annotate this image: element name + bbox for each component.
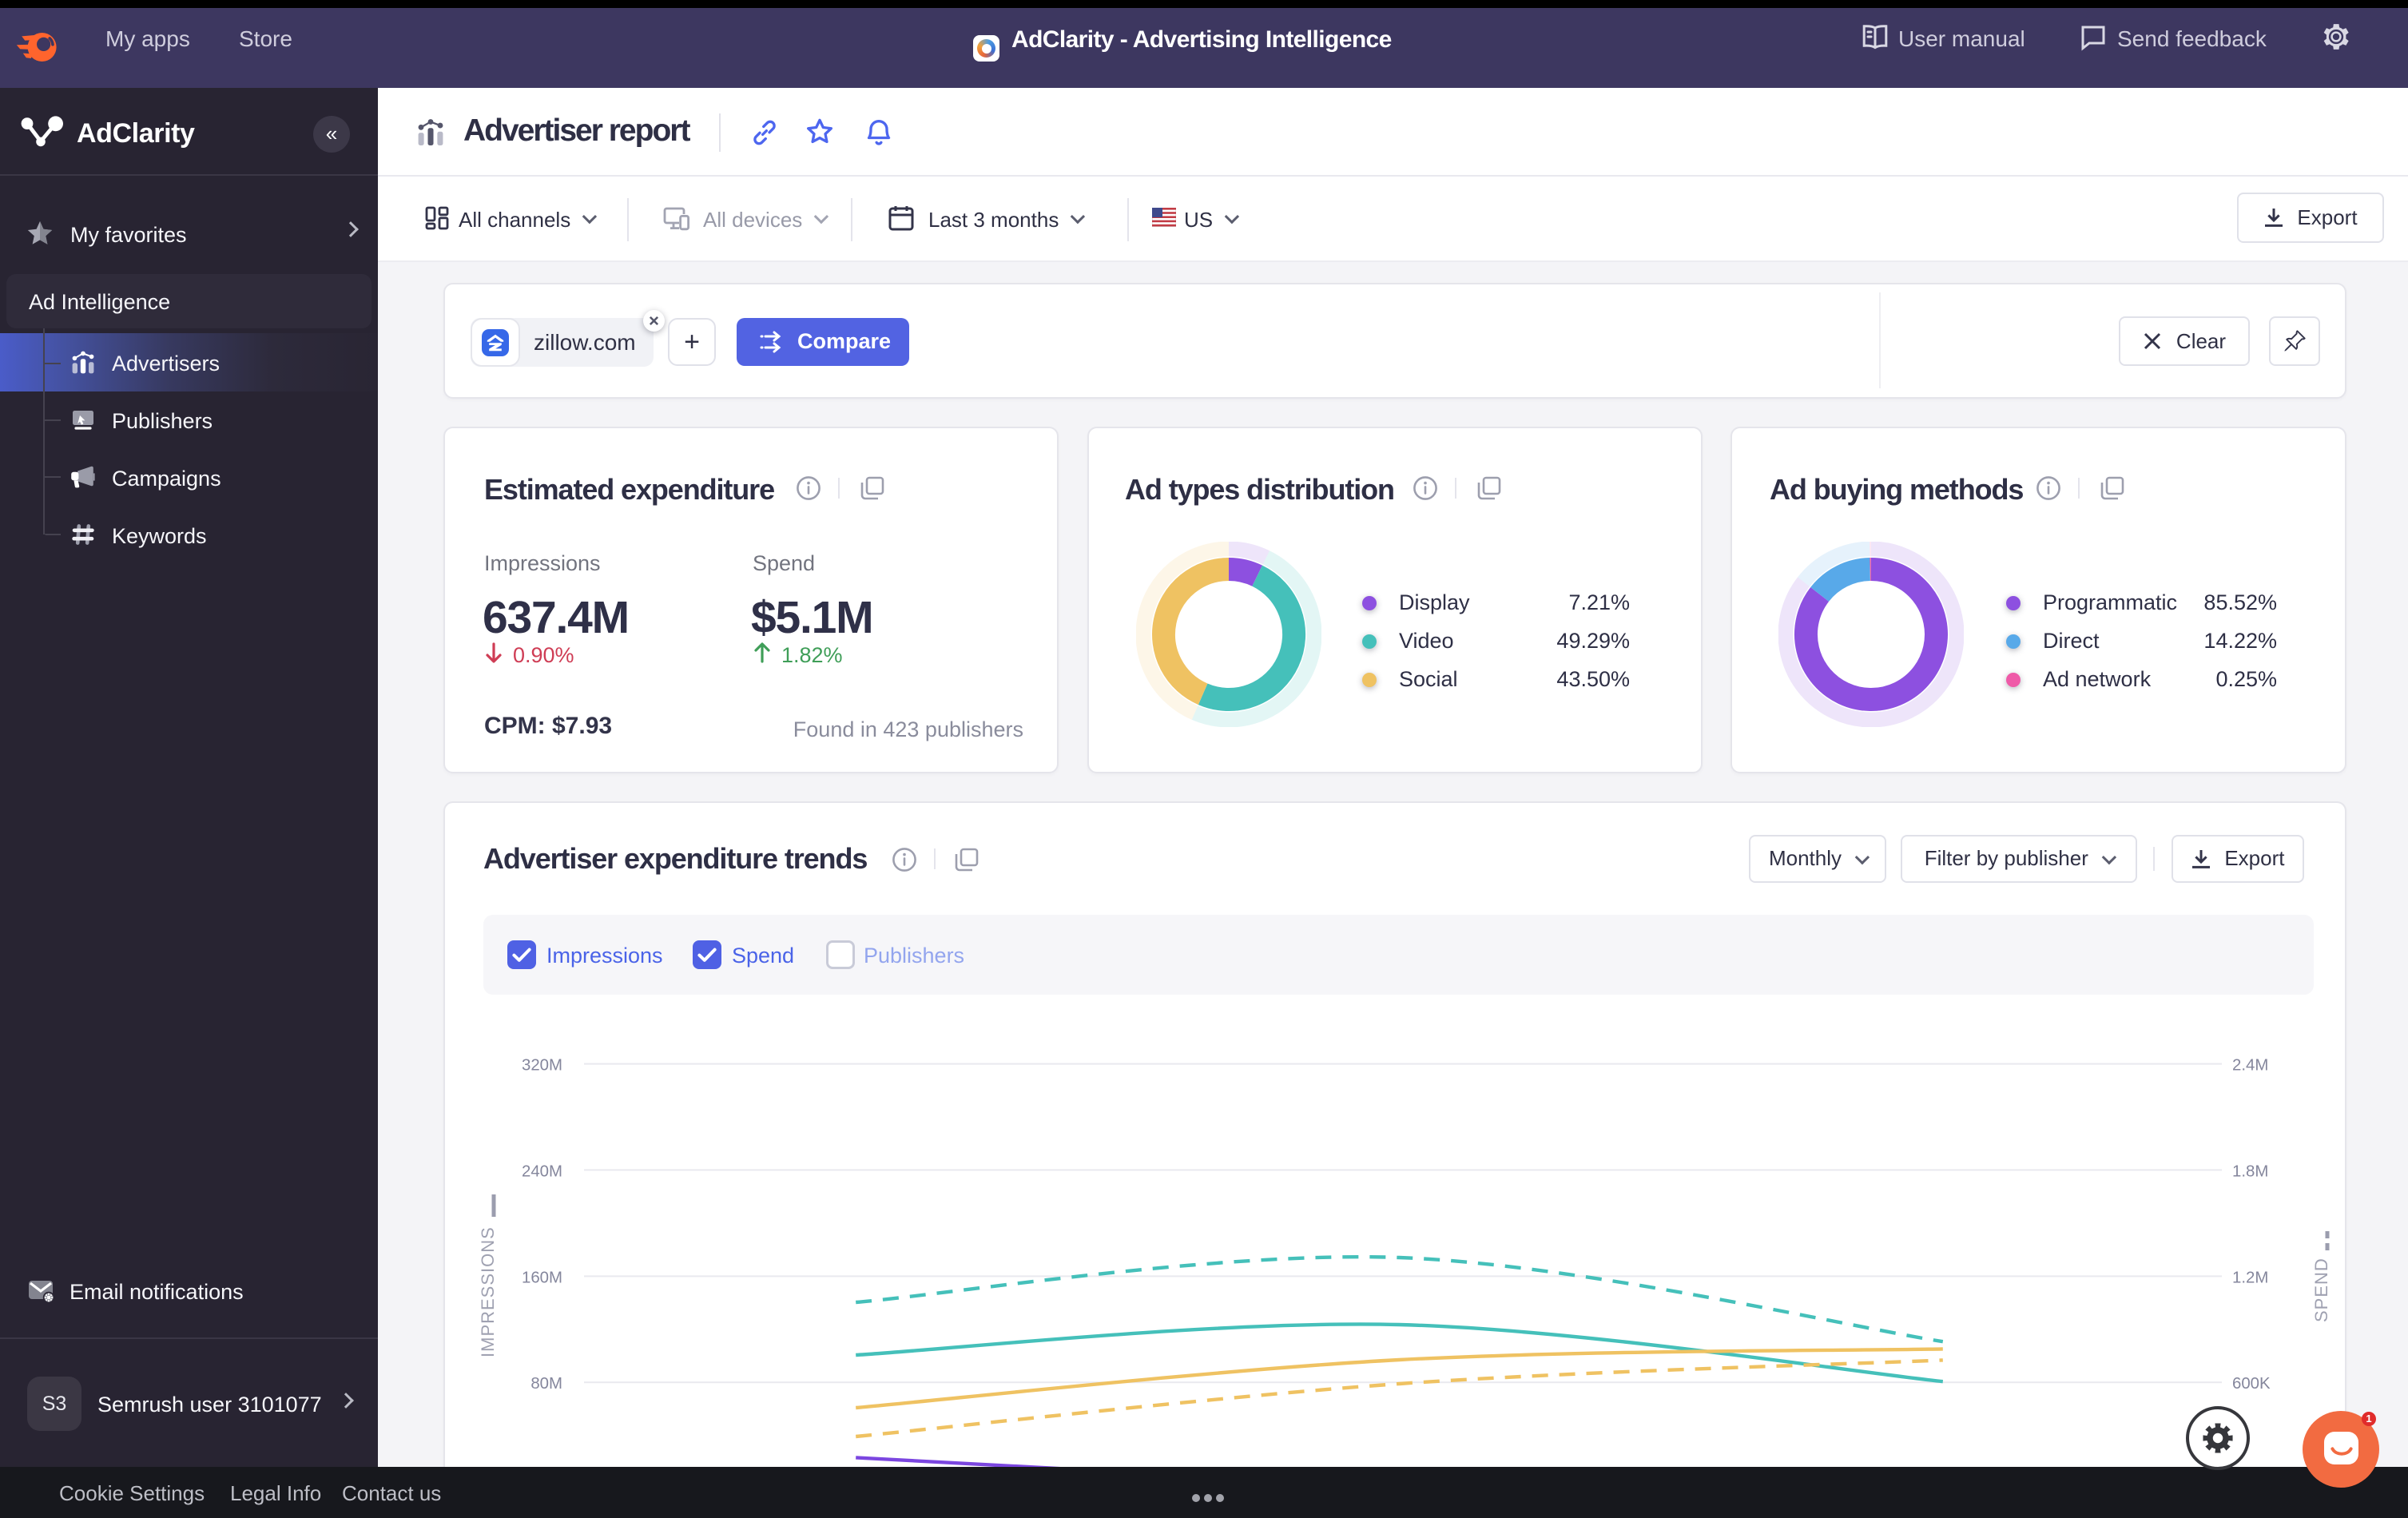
svg-text:80M: 80M	[530, 1375, 562, 1393]
svg-text:1.2M: 1.2M	[2232, 1269, 2268, 1286]
svg-text:IMPRESSIONS: IMPRESSIONS	[478, 1226, 498, 1357]
svg-text:240M: 240M	[522, 1162, 562, 1180]
svg-text:1.8M: 1.8M	[2232, 1162, 2268, 1180]
svg-text:2.4M: 2.4M	[2232, 1057, 2268, 1075]
svg-text:160M: 160M	[522, 1269, 562, 1286]
svg-text:SPEND: SPEND	[2311, 1258, 2331, 1322]
svg-text:600K: 600K	[2232, 1375, 2271, 1393]
svg-text:320M: 320M	[522, 1057, 562, 1075]
